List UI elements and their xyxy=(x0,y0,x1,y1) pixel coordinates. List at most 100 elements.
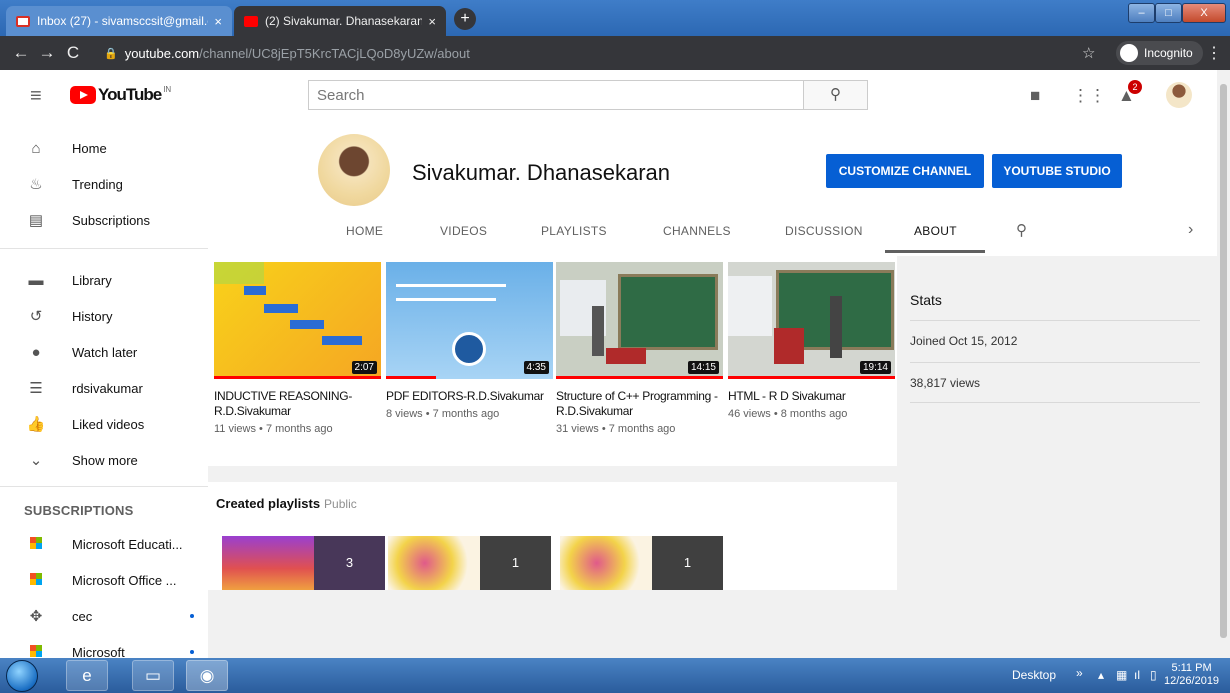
system-clock[interactable]: 5:11 PM 12/26/2019 xyxy=(1164,662,1219,688)
like-icon: 👍 xyxy=(26,416,46,433)
incognito-icon xyxy=(1120,44,1138,62)
sidebar-item-show-more[interactable]: ⌄ Show more xyxy=(0,442,208,478)
youtube-header: ≡ YouTube IN ⚲ ■ ⋮⋮ ▲ 2 xyxy=(0,70,1217,120)
playlist-card[interactable]: 1 xyxy=(560,536,723,590)
signal-icon[interactable]: ıl xyxy=(1134,668,1140,682)
playlist-count: 1 xyxy=(652,536,723,590)
tab-youtube[interactable]: (2) Sivakumar. Dhanasekaran - Yo × xyxy=(234,6,446,36)
create-video-icon[interactable]: ■ xyxy=(1030,86,1040,106)
page-scrollbar[interactable] xyxy=(1217,70,1230,658)
history-icon: ↺ xyxy=(29,308,43,325)
apps-grid-icon[interactable]: ⋮⋮ xyxy=(1072,86,1106,106)
new-tab-button[interactable]: + xyxy=(454,8,476,30)
close-window-button[interactable]: X xyxy=(1182,3,1226,23)
hamburger-menu-icon[interactable]: ≡ xyxy=(30,85,42,108)
maximize-button[interactable]: □ xyxy=(1155,3,1182,23)
playlists-heading: Created playlists Public xyxy=(216,496,357,511)
incognito-badge[interactable]: Incognito xyxy=(1116,41,1203,65)
search-input[interactable] xyxy=(309,81,803,109)
video-card[interactable]: 4:35 PDF EDITORS-R.D.Sivakumar 8 views •… xyxy=(386,262,553,420)
video-title[interactable]: HTML - R D Sivakumar xyxy=(728,389,895,404)
video-thumbnail[interactable]: 2:07 xyxy=(214,262,381,379)
video-title[interactable]: Structure of C++ Programming - R.D.Sivak… xyxy=(556,389,723,419)
sidebar-item-trending[interactable]: ♨ Trending xyxy=(0,166,208,202)
playlist-count: 1 xyxy=(480,536,551,590)
reload-icon[interactable]: C xyxy=(60,43,86,63)
playlists-heading-text: Created playlists xyxy=(216,496,321,511)
tab-about[interactable]: ABOUT xyxy=(914,224,957,238)
back-icon[interactable]: ← xyxy=(8,43,34,63)
stats-divider xyxy=(910,320,1200,321)
sidebar-item-label: Home xyxy=(72,140,107,156)
browser-menu-icon[interactable]: ⋮ xyxy=(1206,43,1222,63)
sidebar-item-playlist[interactable]: ☰ rdsivakumar xyxy=(0,370,208,406)
sidebar-item-history[interactable]: ↺ History xyxy=(0,298,208,334)
youtube-logo[interactable]: YouTube IN xyxy=(70,85,171,105)
sidebar-item-liked-videos[interactable]: 👍 Liked videos xyxy=(0,406,208,442)
internet-explorer-icon[interactable]: e xyxy=(66,660,108,691)
joined-date: Joined Oct 15, 2012 xyxy=(910,334,1018,348)
video-duration: 2:07 xyxy=(351,361,377,374)
trending-icon: ♨ xyxy=(29,176,43,193)
desktop-toolbar-label[interactable]: Desktop xyxy=(1012,668,1056,682)
sidebar-item-label: Subscriptions xyxy=(72,212,151,228)
video-duration: 19:14 xyxy=(859,361,891,374)
tab-playlists[interactable]: PLAYLISTS xyxy=(541,224,607,238)
stats-divider xyxy=(910,362,1200,363)
network-icon[interactable]: ▦ xyxy=(1116,668,1127,682)
tab-discussion[interactable]: DISCUSSION xyxy=(785,224,863,238)
video-meta: 8 views • 7 months ago xyxy=(386,408,500,420)
playlist-count: 3 xyxy=(314,536,385,590)
tab-close-icon[interactable]: × xyxy=(428,14,436,29)
subscription-item[interactable]: Microsoft Office ... xyxy=(0,562,208,598)
video-card[interactable]: 19:14 HTML - R D Sivakumar 46 views • 8 … xyxy=(728,262,895,420)
file-explorer-icon[interactable]: ▭ xyxy=(132,660,174,691)
channel-search-icon[interactable]: ⚲ xyxy=(1016,221,1027,239)
tab-gmail[interactable]: Inbox (27) - sivamsccsit@gmail.c × xyxy=(6,6,232,36)
tab-channels[interactable]: CHANNELS xyxy=(663,224,731,238)
video-title[interactable]: PDF EDITORS-R.D.Sivakumar xyxy=(386,389,553,404)
sidebar-item-watch-later[interactable]: ● Watch later xyxy=(0,334,208,370)
video-card[interactable]: 2:07 INDUCTIVE REASONING-R.D.Sivakumar 1… xyxy=(214,262,381,435)
stats-divider xyxy=(910,402,1200,403)
video-title[interactable]: INDUCTIVE REASONING-R.D.Sivakumar xyxy=(214,389,381,419)
chevron-down-icon: ⌄ xyxy=(29,452,43,469)
new-content-dot xyxy=(190,614,194,618)
incognito-label: Incognito xyxy=(1144,46,1193,60)
bookmark-star-icon[interactable]: ☆ xyxy=(1082,44,1095,62)
video-thumbnail[interactable]: 19:14 xyxy=(728,262,895,379)
playlist-card[interactable]: 1 xyxy=(388,536,551,590)
forward-icon[interactable]: → xyxy=(34,43,60,63)
tray-chevron-icon[interactable]: » xyxy=(1076,666,1083,680)
show-hidden-icons-icon[interactable]: ▴ xyxy=(1098,668,1104,682)
channel-avatar[interactable] xyxy=(318,134,390,206)
account-avatar[interactable] xyxy=(1166,82,1192,108)
view-count: 38,817 views xyxy=(910,376,981,390)
url-field[interactable]: 🔒 youtube.com/channel/UC8jEpT5KrcTACjLQo… xyxy=(104,40,1024,66)
scrollbar-thumb[interactable] xyxy=(1220,84,1227,638)
subscription-item[interactable]: Microsoft Educati... xyxy=(0,526,208,562)
tab-videos[interactable]: VIDEOS xyxy=(440,224,487,238)
playlist-card[interactable]: 3 xyxy=(222,536,385,590)
video-thumbnail[interactable]: 14:15 xyxy=(556,262,723,379)
tab-home[interactable]: HOME xyxy=(346,224,383,238)
start-button[interactable] xyxy=(6,660,38,692)
youtube-studio-button[interactable]: YOUTUBE STUDIO xyxy=(992,154,1122,188)
sidebar-item-library[interactable]: ▬ Library xyxy=(0,262,208,298)
tab-close-icon[interactable]: × xyxy=(214,14,222,29)
watch-progress-bar xyxy=(556,376,723,379)
battery-icon[interactable]: ▯ xyxy=(1150,668,1157,682)
subscription-item[interactable]: ✥ cec xyxy=(0,598,208,634)
chevron-right-icon[interactable]: › xyxy=(1188,221,1194,239)
search-icon[interactable]: ⚲ xyxy=(803,81,867,109)
windows-taskbar: e ▭ ◉ Desktop » ▴ ▦ ıl ▯ 5:11 PM 12/26/2… xyxy=(0,658,1230,693)
video-thumbnail[interactable]: 4:35 xyxy=(386,262,553,379)
watch-later-icon: ● xyxy=(31,343,41,361)
video-card[interactable]: 14:15 Structure of C++ Programming - R.D… xyxy=(556,262,723,435)
sidebar-item-subscriptions[interactable]: ▤ Subscriptions xyxy=(0,202,208,238)
sidebar-item-home[interactable]: ⌂ Home xyxy=(0,130,208,166)
microsoft-logo-icon xyxy=(24,536,48,553)
minimize-button[interactable]: – xyxy=(1128,3,1155,23)
customize-channel-button[interactable]: CUSTOMIZE CHANNEL xyxy=(826,154,984,188)
chrome-icon[interactable]: ◉ xyxy=(186,660,228,691)
